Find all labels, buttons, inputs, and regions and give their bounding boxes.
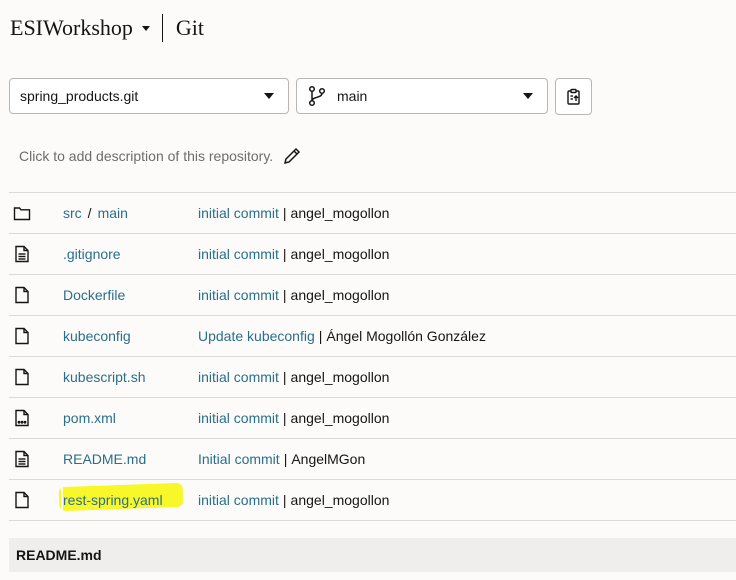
branch-select-value: main xyxy=(337,88,368,104)
file-icon xyxy=(15,368,29,386)
folder-name-src[interactable]: src xyxy=(63,205,82,221)
column-divider xyxy=(195,357,197,397)
commit-author: AngelMGon xyxy=(291,451,366,467)
commit-author: angel_mogollon xyxy=(290,287,390,303)
column-divider xyxy=(195,316,197,356)
readme-title: README.md xyxy=(16,547,102,563)
file-row: Dockerfile initial commit | angel_mogollon xyxy=(9,275,736,316)
header-divider xyxy=(161,14,163,42)
commit-author: angel_mogollon xyxy=(290,205,390,221)
section-title: Git xyxy=(175,15,205,40)
commit-author: angel_mogollon xyxy=(290,410,390,426)
project-name[interactable]: ESIWorkshop xyxy=(10,15,133,41)
commit-message-link[interactable]: Update kubeconfig xyxy=(198,328,315,344)
commit-separator: | xyxy=(283,451,288,467)
code-file-icon xyxy=(15,409,29,427)
last-commit: initial commit | angel_mogollon xyxy=(198,205,389,221)
file-icon xyxy=(15,286,29,304)
readme-header: README.md xyxy=(9,538,736,572)
file-row: src / main initial commit | angel_mogollon xyxy=(9,193,736,234)
description-placeholder: Click to add description of this reposit… xyxy=(19,148,274,164)
last-commit: Update kubeconfig | Ángel Mogollón Gonzále… xyxy=(198,328,486,344)
commit-author: angel_mogollon xyxy=(290,369,390,385)
commit-separator: | xyxy=(282,492,287,508)
last-commit: initial commit | angel_mogollon xyxy=(198,410,389,426)
file-name[interactable]: src / main xyxy=(63,205,128,221)
file-name[interactable]: .gitignore xyxy=(63,246,121,262)
column-divider xyxy=(195,275,197,315)
repository-description[interactable]: Click to add description of this reposit… xyxy=(19,145,302,167)
commit-message-link[interactable]: initial commit xyxy=(198,246,279,262)
repository-dropdown-caret-icon xyxy=(264,93,274,99)
text-file-icon xyxy=(15,450,29,468)
file-icon xyxy=(15,491,29,509)
project-dropdown-caret-icon[interactable] xyxy=(141,25,150,31)
branch-dropdown-caret-icon xyxy=(523,93,533,99)
commit-separator: | xyxy=(318,328,323,344)
commit-separator: | xyxy=(282,246,287,262)
branch-icon xyxy=(308,85,326,107)
commit-separator: | xyxy=(282,369,287,385)
last-commit: initial commit | angel_mogollon xyxy=(198,287,389,303)
commit-message-link[interactable]: Initial commit xyxy=(198,451,280,467)
file-name[interactable]: pom.xml xyxy=(63,410,116,426)
column-divider xyxy=(195,234,197,274)
clipboard-icon xyxy=(566,88,580,105)
file-icon xyxy=(15,327,29,345)
page-header: ESIWorkshop Git xyxy=(10,12,204,44)
pencil-icon[interactable] xyxy=(282,146,302,166)
commit-author: angel_mogollon xyxy=(290,492,390,508)
file-row: rest-spring.yaml initial commit | angel_mo… xyxy=(9,480,736,521)
column-divider xyxy=(195,480,197,520)
column-divider xyxy=(195,439,197,479)
file-name[interactable]: kubeconfig xyxy=(63,328,131,344)
commit-message-link[interactable]: initial commit xyxy=(198,369,279,385)
column-divider xyxy=(195,398,197,438)
folder-icon xyxy=(13,207,31,221)
commit-separator: | xyxy=(282,205,287,221)
repository-select-value: spring_products.git xyxy=(20,88,139,104)
file-name[interactable]: kubescript.sh xyxy=(63,369,145,385)
folder-name-main[interactable]: main xyxy=(98,205,128,221)
last-commit: initial commit | angel_mogollon xyxy=(198,492,389,508)
commit-message-link[interactable]: initial commit xyxy=(198,410,279,426)
file-row: kubescript.sh initial commit | angel_mogol… xyxy=(9,357,736,398)
file-row: README.md Initial commit | AngelMGon xyxy=(9,439,736,480)
branch-select[interactable]: main xyxy=(296,78,548,114)
last-commit: initial commit | angel_mogollon xyxy=(198,246,389,262)
file-row: kubeconfig Update kubeconfig | Ángel Mogol… xyxy=(9,316,736,357)
commit-author: Ángel Mogollón González xyxy=(326,328,486,344)
file-name[interactable]: rest-spring.yaml xyxy=(63,492,163,508)
file-row: pom.xml initial commit | angel_mogollon xyxy=(9,398,736,439)
commit-separator: | xyxy=(282,287,287,303)
commit-message-link[interactable]: initial commit xyxy=(198,492,279,508)
file-list: src / main initial commit | angel_mogollon .… xyxy=(9,192,736,521)
clone-button[interactable] xyxy=(555,78,592,115)
file-name[interactable]: README.md xyxy=(63,451,146,467)
path-separator: / xyxy=(87,205,92,221)
commit-message-link[interactable]: initial commit xyxy=(198,287,279,303)
column-divider xyxy=(195,193,197,233)
text-file-icon xyxy=(15,245,29,263)
repository-select[interactable]: spring_products.git xyxy=(9,78,289,114)
last-commit: initial commit | angel_mogollon xyxy=(198,369,389,385)
commit-message-link[interactable]: initial commit xyxy=(198,205,279,221)
commit-author: angel_mogollon xyxy=(290,246,390,262)
commit-separator: | xyxy=(282,410,287,426)
file-name[interactable]: Dockerfile xyxy=(63,287,125,303)
last-commit: Initial commit | AngelMGon xyxy=(198,451,365,467)
file-row: .gitignore initial commit | angel_mogollon xyxy=(9,234,736,275)
